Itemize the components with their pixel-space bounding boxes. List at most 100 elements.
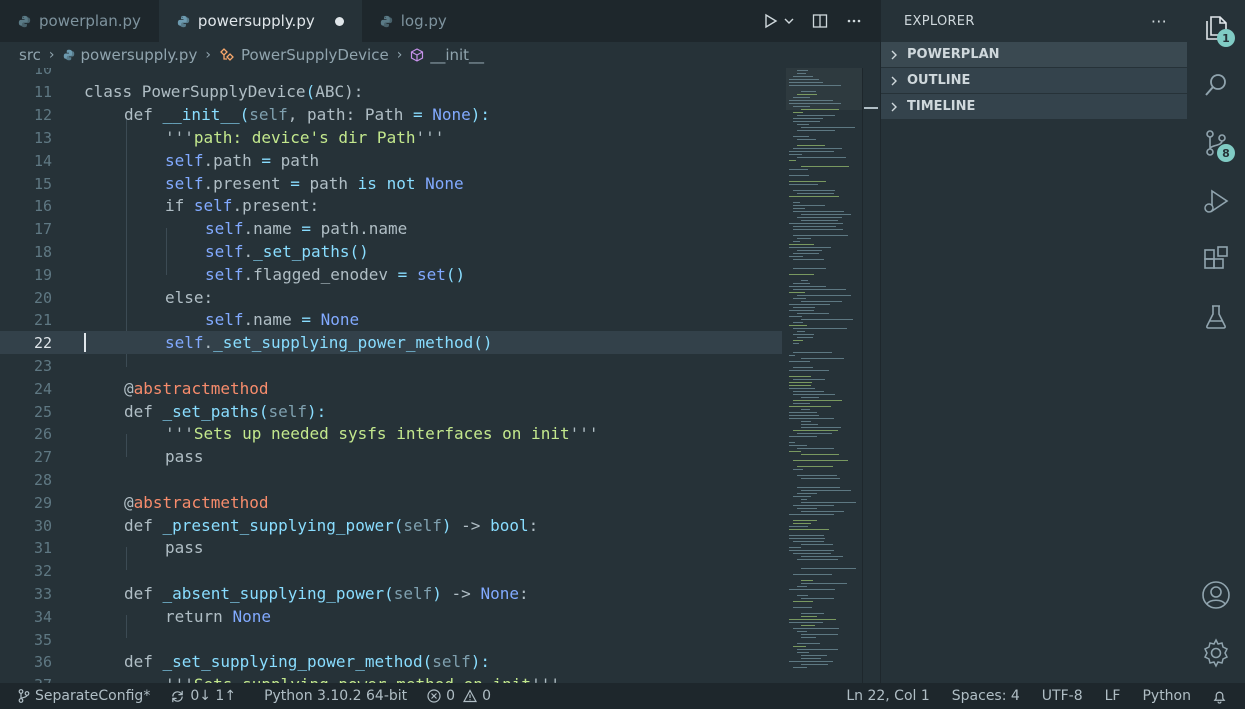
minimap-line: [797, 466, 833, 467]
code-editor[interactable]: 10 11 class PowerSupplyDevice(ABC): 12 d…: [0, 68, 782, 683]
status-branch[interactable]: SeparateConfig*: [0, 688, 160, 704]
operator: =: [261, 151, 271, 170]
activity-testing[interactable]: [1187, 289, 1245, 345]
string-delim: ''': [415, 128, 445, 147]
activity-source-control[interactable]: 8: [1187, 115, 1245, 171]
code-line[interactable]: 20 else:: [0, 286, 782, 309]
minimap-line: [797, 631, 807, 632]
status-sync[interactable]: 0↓ 1↑: [160, 688, 246, 704]
section-powerplan[interactable]: POWERPLAN: [881, 42, 1187, 68]
minimap-line: [793, 268, 826, 269]
status-interpreter[interactable]: Python 3.10.2 64-bit: [254, 688, 417, 704]
code-line[interactable]: 29 @abstractmethod: [0, 491, 782, 514]
code-line[interactable]: 25 def _set_paths(self):: [0, 400, 782, 423]
identifier: path: [270, 151, 320, 170]
unsaved-dot-icon[interactable]: [334, 16, 344, 26]
minimap[interactable]: [786, 68, 862, 683]
code-line[interactable]: 34 return None: [0, 605, 782, 628]
code-line[interactable]: 17 self.name = path.name: [0, 217, 782, 240]
code-text: pass: [165, 447, 204, 466]
code-line[interactable]: 35: [0, 628, 782, 651]
code-line[interactable]: 27 pass: [0, 445, 782, 468]
status-eol[interactable]: LF: [1094, 688, 1132, 704]
string-delim: ''': [165, 424, 194, 443]
line-number: 10: [33, 68, 52, 78]
minimap-line: [789, 256, 803, 257]
warning-count: 0: [482, 688, 491, 704]
string-delim: ''': [531, 675, 560, 683]
chevron-right-icon: ›: [48, 47, 55, 63]
minimap-line: [793, 520, 817, 521]
code-text: return None: [165, 607, 271, 626]
sidebar-title: EXPLORER: [904, 13, 975, 29]
status-notifications[interactable]: [1202, 689, 1245, 704]
tab-powersupply[interactable]: powersupply.py: [158, 0, 362, 42]
code-line[interactable]: 23: [0, 354, 782, 377]
minimap-line: [793, 400, 842, 401]
code-line[interactable]: 11 class PowerSupplyDevice(ABC):: [0, 80, 782, 103]
minimap-line: [789, 286, 826, 287]
status-encoding[interactable]: UTF-8: [1031, 688, 1094, 704]
tab-powerplan[interactable]: powerplan.py: [0, 0, 159, 42]
code-line[interactable]: 21 self.name = None: [0, 308, 782, 331]
code-line[interactable]: 10: [0, 68, 782, 80]
section-outline[interactable]: OUTLINE: [881, 68, 1187, 94]
code-line[interactable]: 36 def _set_supplying_power_method(self)…: [0, 650, 782, 673]
code-line[interactable]: 14 self.path = path: [0, 149, 782, 172]
attr: .path: [203, 151, 262, 170]
code-line[interactable]: 15 self.present = path is not None: [0, 172, 782, 195]
breadcrumb-method[interactable]: __init__: [410, 46, 484, 64]
line-number: 36: [33, 652, 52, 671]
line-number: 28: [33, 470, 52, 489]
minimap-line: [793, 229, 843, 230]
activity-search[interactable]: [1187, 57, 1245, 113]
breadcrumb-folder[interactable]: src: [19, 46, 41, 64]
minimap-line: [789, 181, 826, 182]
split-editor-button[interactable]: [812, 13, 828, 29]
code-line[interactable]: 18 self._set_paths(): [0, 240, 782, 263]
code-line[interactable]: 26 '''Sets up needed sysfs interfaces on…: [0, 422, 782, 445]
activity-accounts[interactable]: [1187, 567, 1245, 623]
code-line[interactable]: 13 '''path: device's dir Path''': [0, 126, 782, 149]
minimap-line: [797, 475, 837, 476]
activity-settings[interactable]: [1187, 625, 1245, 681]
breadcrumb-file[interactable]: powersupply.py: [63, 46, 197, 64]
param: self: [393, 584, 433, 603]
activity-extensions[interactable]: [1187, 231, 1245, 287]
more-actions-button[interactable]: [846, 13, 862, 29]
sidebar-more-button[interactable]: ···: [1151, 12, 1167, 31]
code-line[interactable]: 16 if self.present:: [0, 194, 782, 217]
extensions-icon: [1204, 246, 1228, 269]
minimap-line: [801, 358, 844, 359]
minimap-line: [789, 316, 802, 317]
code-line[interactable]: 32: [0, 559, 782, 582]
run-button[interactable]: [762, 13, 794, 29]
tab-log[interactable]: log.py: [362, 0, 465, 42]
code-line[interactable]: 28: [0, 468, 782, 491]
code-line[interactable]: 37 '''Sets supplying power method on ini…: [0, 673, 782, 683]
section-timeline[interactable]: TIMELINE: [881, 94, 1187, 120]
status-language[interactable]: Python: [1131, 688, 1202, 704]
punct: ): [432, 584, 452, 603]
function-name: _set_supplying_power_method: [162, 652, 423, 671]
code-line[interactable]: 31 pass: [0, 536, 782, 559]
code-line[interactable]: 30 def _present_supplying_power(self) ->…: [0, 514, 782, 537]
keyword: def: [124, 584, 163, 603]
breadcrumb-class[interactable]: PowerSupplyDevice: [219, 46, 389, 64]
activity-run-debug[interactable]: [1187, 173, 1245, 229]
code-line[interactable]: 33 def _absent_supplying_power(self) -> …: [0, 582, 782, 605]
minimap-line: [797, 238, 811, 239]
code-line-current[interactable]: 22 self._set_supplying_power_method(): [0, 331, 782, 354]
activity-explorer[interactable]: 1: [1187, 0, 1245, 56]
status-problems[interactable]: 0 0: [417, 688, 501, 704]
code-line[interactable]: 24 @abstractmethod: [0, 377, 782, 400]
status-cursor-position[interactable]: Ln 22, Col 1: [835, 688, 940, 704]
scrollbar-track[interactable]: [862, 68, 863, 683]
code-line[interactable]: 19 self.flagged_enodev = set(): [0, 263, 782, 286]
constant: None: [232, 607, 271, 626]
code-line[interactable]: 12 def __init__(self, path: Path = None)…: [0, 103, 782, 126]
code-text: def _set_paths(self):: [124, 402, 326, 421]
self: self: [205, 219, 244, 238]
docstring: path: device's dir Path: [193, 128, 416, 147]
status-indentation[interactable]: Spaces: 4: [941, 688, 1031, 704]
